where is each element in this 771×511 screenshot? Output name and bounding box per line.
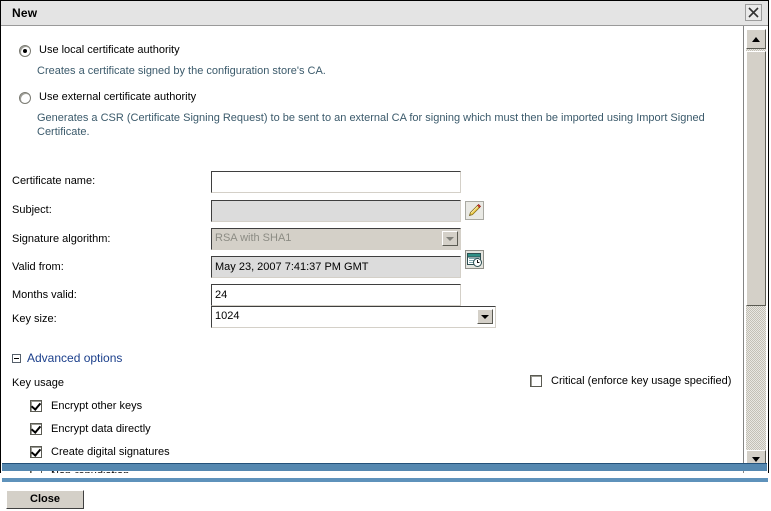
dialog-body: Use local certificate authority Creates … — [1, 26, 768, 473]
radio-use-external-ca[interactable]: Use external certificate authority — [19, 91, 196, 104]
radio-external-ca-label: Use external certificate authority — [39, 91, 197, 103]
vertical-scrollbar[interactable] — [743, 26, 768, 473]
key-size-select[interactable]: 1024 — [211, 306, 496, 328]
subject-input[interactable] — [211, 200, 461, 222]
dialog-title: New — [12, 6, 38, 20]
valid-from-input[interactable] — [211, 256, 461, 278]
critical-checkbox-row[interactable]: Critical (enforce key usage specified) — [530, 375, 731, 387]
months-valid-label: Months valid: — [12, 289, 77, 301]
valid-from-label: Valid from: — [12, 261, 64, 273]
chevron-up-icon — [752, 37, 760, 42]
close-button[interactable]: Close — [6, 490, 84, 509]
scroll-up-button[interactable] — [746, 29, 766, 49]
external-ca-description: Generates a CSR (Certificate Signing Req… — [37, 112, 705, 138]
signature-algorithm-value: RSA with SHA1 — [215, 232, 292, 244]
encrypt-data-directly-label: Encrypt data directly — [51, 423, 151, 435]
accent-bar-inner — [2, 463, 767, 471]
calendar-clock-icon[interactable] — [465, 250, 484, 269]
pencil-edit-icon[interactable] — [465, 201, 484, 220]
signature-algorithm-label: Signature algorithm: — [12, 233, 111, 245]
subject-label: Subject: — [12, 204, 52, 216]
collapse-minus-icon[interactable] — [12, 353, 21, 363]
chevron-down-icon — [752, 457, 760, 462]
create-digital-signatures-label: Create digital signatures — [51, 446, 170, 458]
create-digital-signatures-checkbox[interactable] — [30, 446, 42, 458]
accent-bar-outer — [2, 478, 768, 482]
advanced-options-toggle[interactable]: Advanced options — [12, 351, 122, 365]
certificate-name-input[interactable] — [211, 171, 461, 193]
radio-external-ca-indicator[interactable] — [19, 92, 31, 104]
key-usage-option-row[interactable]: Create digital signatures — [30, 446, 170, 458]
scrollbar-thumb[interactable] — [746, 51, 766, 306]
radio-local-ca-label: Use local certificate authority — [39, 44, 180, 56]
key-usage-option-row[interactable]: Encrypt data directly — [30, 423, 151, 435]
critical-checkbox[interactable] — [530, 375, 542, 387]
radio-local-ca-indicator[interactable] — [19, 45, 31, 57]
signature-algorithm-select[interactable]: RSA with SHA1 — [211, 228, 461, 250]
key-usage-option-row[interactable]: Encrypt other keys — [30, 400, 142, 412]
key-size-label: Key size: — [12, 313, 57, 325]
form-scroll-content: Use local certificate authority Creates … — [1, 26, 745, 473]
chevron-down-icon[interactable] — [442, 231, 458, 246]
months-valid-input[interactable] — [211, 284, 461, 306]
dialog-titlebar: New — [1, 1, 768, 26]
key-usage-label: Key usage — [12, 377, 64, 389]
certificate-name-label: Certificate name: — [12, 175, 96, 187]
close-icon[interactable] — [745, 4, 762, 21]
encrypt-other-keys-checkbox[interactable] — [30, 400, 42, 412]
local-ca-description: Creates a certificate signed by the conf… — [37, 65, 326, 77]
chevron-down-icon[interactable] — [477, 309, 493, 324]
radio-use-local-ca[interactable]: Use local certificate authority — [19, 44, 180, 57]
new-certificate-dialog: New Use local certificate authority Crea… — [0, 0, 769, 473]
key-size-value: 1024 — [215, 310, 240, 322]
critical-label: Critical (enforce key usage specified) — [551, 375, 732, 387]
encrypt-data-directly-checkbox[interactable] — [30, 423, 42, 435]
encrypt-other-keys-label: Encrypt other keys — [51, 400, 143, 412]
advanced-options-label: Advanced options — [27, 351, 123, 365]
